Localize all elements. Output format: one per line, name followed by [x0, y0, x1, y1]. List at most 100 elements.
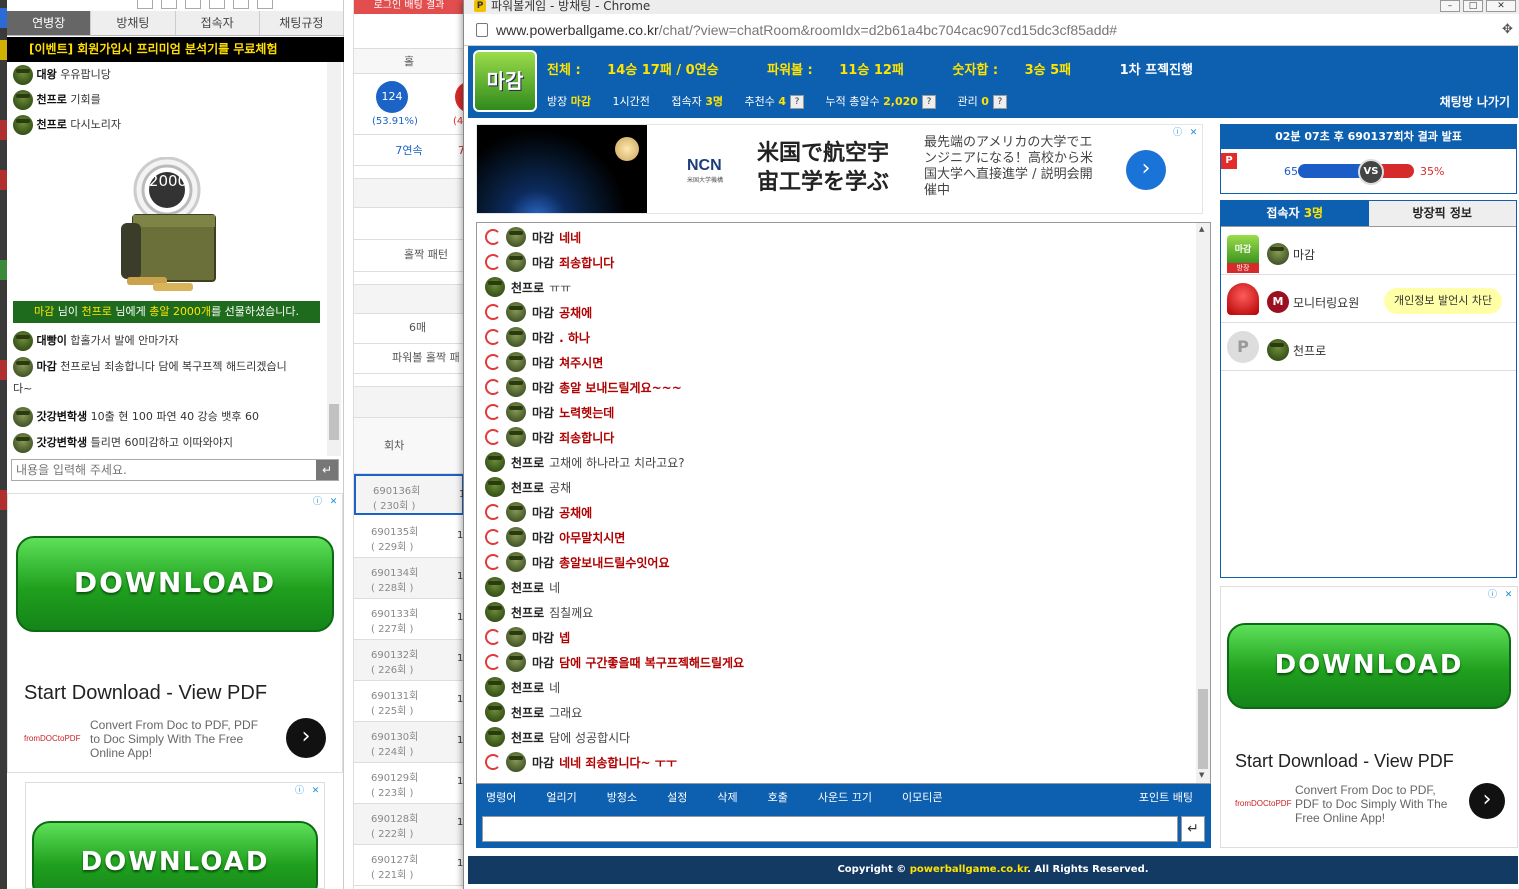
chat-scrollbar[interactable]: ▲ ▼: [1196, 223, 1210, 783]
chat-nick[interactable]: 마감: [532, 554, 554, 571]
chat-nick[interactable]: 갓강변학생: [37, 436, 88, 449]
refresh-icon[interactable]: [485, 529, 501, 545]
url-text[interactable]: www.powerballgame.co.kr/chat/?view=chatR…: [496, 22, 1117, 38]
point-bet-button[interactable]: 포인트 배팅: [1139, 789, 1193, 805]
chat-nick[interactable]: 천프로: [511, 579, 544, 596]
table-row[interactable]: 690130회( 224회 ) 1: [354, 722, 464, 763]
tab-lobby[interactable]: 연병장: [7, 11, 92, 35]
chat-nick[interactable]: 천프로: [511, 679, 544, 696]
chat-nick[interactable]: 천프로: [511, 279, 544, 296]
sound-off-button[interactable]: 사운드 끄기: [818, 789, 872, 805]
chat-nick[interactable]: 천프로: [511, 604, 544, 621]
ad-banner-top[interactable]: NCN 米国大学機構 米国で航空宇宙工学を学ぶ 最先端のアメリカの大学でエンジニ…: [476, 124, 1203, 214]
send-button[interactable]: ↵: [1181, 816, 1205, 842]
clear-room-button[interactable]: 방청소: [607, 789, 637, 805]
table-row[interactable]: 690136회( 230회 )1: [354, 474, 465, 515]
chat-nick[interactable]: 마감: [532, 304, 554, 321]
refresh-icon[interactable]: [485, 404, 501, 420]
refresh-icon[interactable]: [485, 354, 501, 370]
freeze-button[interactable]: 얼리기: [546, 789, 576, 805]
refresh-icon[interactable]: [485, 304, 501, 320]
close-icon[interactable]: ✕: [1486, 0, 1516, 12]
table-row[interactable]: 690133회( 227회 ) 1: [354, 599, 464, 640]
ad-download-2[interactable]: ⓘ ✕ DOWNLOAD: [25, 782, 325, 889]
ad-info-icon[interactable]: ⓘ: [293, 785, 306, 798]
chat-nick[interactable]: 마감: [532, 229, 554, 246]
help-icon[interactable]: ?: [992, 95, 1007, 109]
chat-nick[interactable]: 마감: [532, 429, 554, 446]
refresh-icon[interactable]: [485, 629, 501, 645]
ad-download-button[interactable]: DOWNLOAD: [16, 536, 334, 632]
refresh-icon[interactable]: [485, 379, 501, 395]
ad-close-icon[interactable]: ✕: [309, 785, 322, 798]
lobby-chat-input[interactable]: [12, 460, 312, 480]
refresh-icon[interactable]: [485, 229, 501, 245]
chat-nick[interactable]: 천프로: [511, 704, 544, 721]
scroll-up-icon[interactable]: ▲: [1199, 225, 1204, 233]
refresh-icon[interactable]: [485, 554, 501, 570]
tab-users[interactable]: 접속자 3명: [1221, 201, 1369, 227]
refresh-icon[interactable]: [485, 254, 501, 270]
user-name[interactable]: 모니터링요원: [1293, 294, 1359, 311]
table-row[interactable]: 690134회( 228회 ) 1: [354, 558, 464, 599]
ad-info[interactable]: ⓘ ✕: [1171, 127, 1200, 140]
user-row-member[interactable]: P 천프로: [1221, 323, 1516, 371]
chat-nick[interactable]: 천프로: [511, 454, 544, 471]
chat-nick[interactable]: 갓강변학생: [37, 410, 88, 423]
chat-message-input[interactable]: [482, 816, 1178, 842]
minimize-icon[interactable]: –: [1440, 0, 1460, 12]
chat-nick[interactable]: 천프로: [37, 118, 67, 131]
table-row[interactable]: 690127회( 221회 ) 1: [354, 845, 464, 886]
scrollbar-thumb[interactable]: [1198, 689, 1208, 769]
ad-info[interactable]: ⓘ ✕: [311, 496, 340, 509]
ad-close-icon[interactable]: ✕: [1502, 589, 1515, 602]
refresh-icon[interactable]: [485, 754, 501, 770]
refresh-icon[interactable]: [485, 654, 501, 670]
ad-download-button[interactable]: DOWNLOAD: [32, 821, 318, 888]
ad-chevron-right-icon[interactable]: ›: [1469, 783, 1505, 819]
table-row[interactable]: 690131회( 225회 ) 1: [354, 681, 464, 722]
call-button[interactable]: 호출: [768, 789, 788, 805]
chat-nick[interactable]: 마감: [532, 629, 554, 646]
user-row-monitor[interactable]: M 모니터링요원 개인정보 발언시 차단: [1221, 275, 1516, 323]
chat-nick[interactable]: 마감: [532, 354, 554, 371]
ad-download-right[interactable]: ⓘ ✕ DOWNLOAD Start Download - View PDF fr…: [1220, 586, 1518, 848]
user-row-owner[interactable]: 마감 방장 마감: [1221, 227, 1516, 275]
tab-users[interactable]: 접속자: [175, 11, 260, 35]
maximize-icon[interactable]: □: [1463, 0, 1483, 12]
chat-nick[interactable]: 마감: [532, 379, 554, 396]
ad-info-icon[interactable]: ⓘ: [311, 496, 324, 509]
address-bar[interactable]: www.powerballgame.co.kr/chat/?view=chatR…: [464, 14, 1519, 46]
table-row[interactable]: 690129회( 223회 ) 1: [354, 763, 464, 804]
ad-chevron-right-icon[interactable]: ›: [286, 718, 326, 758]
ad-title[interactable]: Start Download - View PDF: [24, 682, 267, 705]
tab-owner-pick[interactable]: 방장픽 정보: [1368, 201, 1516, 227]
tab-room-chat[interactable]: 방채팅: [91, 11, 176, 35]
chat-nick[interactable]: 천프로: [511, 729, 544, 746]
chat-nick[interactable]: 마감: [532, 754, 554, 771]
chat-nick[interactable]: 마감: [532, 329, 554, 346]
ad-info-icon[interactable]: ⓘ: [1171, 127, 1184, 140]
chat-nick[interactable]: 마감: [37, 360, 57, 373]
table-row[interactable]: 690128회( 222회 ) 1: [354, 804, 464, 845]
ad-close-icon[interactable]: ✕: [1187, 127, 1200, 140]
ad-info[interactable]: ⓘ ✕: [1486, 589, 1515, 602]
chat-nick[interactable]: 마감: [532, 504, 554, 521]
footer-site[interactable]: powerballgame.co.kr: [910, 864, 1027, 875]
ad-download-button[interactable]: DOWNLOAD: [1227, 623, 1511, 709]
table-row[interactable]: 690132회( 226회 ) 1: [354, 640, 464, 681]
ad-headline[interactable]: 米国で航空宇宙工学を学ぶ: [757, 139, 897, 197]
ad-title[interactable]: Start Download - View PDF: [1235, 751, 1454, 772]
exit-room-button[interactable]: 채팅방 나가기: [1440, 93, 1510, 110]
user-name[interactable]: 마감: [1293, 246, 1315, 263]
table-row[interactable]: 690135회( 229회 ) 1: [354, 517, 464, 558]
owner-name[interactable]: 마감: [571, 95, 591, 108]
top-action-button[interactable]: 로그인 배팅 결과: [354, 0, 464, 14]
ad-close-icon[interactable]: ✕: [327, 496, 340, 509]
scroll-down-icon[interactable]: ▼: [1199, 771, 1204, 779]
ad-download-1[interactable]: ⓘ ✕ DOWNLOAD Start Download - View PDF fr…: [7, 493, 343, 773]
emoticon-button[interactable]: 이모티콘: [902, 789, 942, 805]
refresh-icon[interactable]: [485, 429, 501, 445]
extension-puzzle-icon[interactable]: ✥: [1502, 22, 1516, 37]
command-button[interactable]: 명령어: [486, 789, 516, 805]
